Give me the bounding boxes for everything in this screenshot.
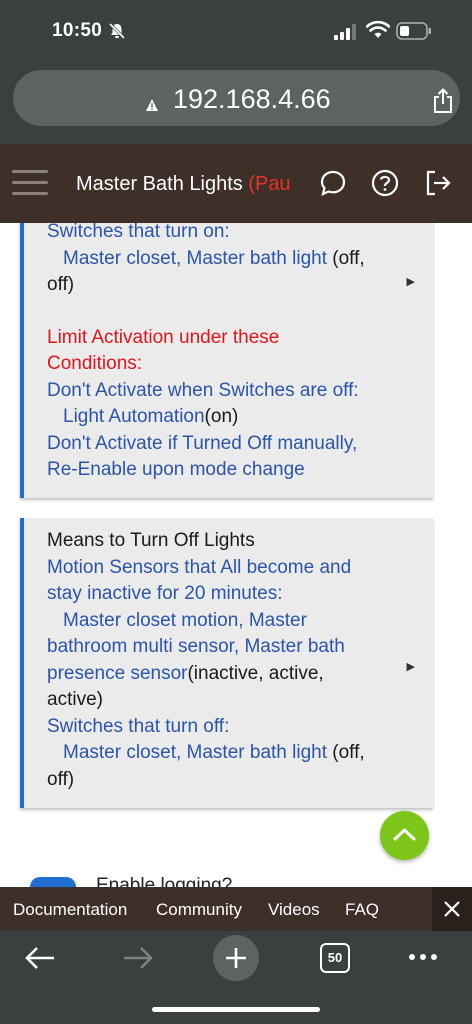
motion-state-cont: active) xyxy=(47,689,103,710)
scroll-to-top-button[interactable] xyxy=(380,811,429,860)
logging-label: Enable logging? xyxy=(96,875,233,887)
motion-state: (inactive, active, xyxy=(187,662,324,684)
plus-icon xyxy=(226,948,246,968)
switches-on-line: Master closet, Master bath light (off, xyxy=(47,246,403,273)
dont-activate-manual: Don't Activate if Turned Off manually, xyxy=(47,432,358,454)
wifi-icon xyxy=(366,21,390,38)
help-icon[interactable] xyxy=(370,168,400,198)
motion-label-cont: stay inactive for 20 minutes: xyxy=(47,583,283,604)
motion-devices-cont: bathroom multi sensor, Master bath xyxy=(47,636,345,657)
switches-on-label: Switches that turn on: xyxy=(47,223,230,242)
url-text: 192.168.4.66 xyxy=(173,84,331,114)
light-automation-state: (on) xyxy=(204,406,239,427)
switches-off-label: Switches that turn off: xyxy=(47,715,230,737)
browser-address-area: 192.168.4.66 xyxy=(0,62,472,144)
close-icon xyxy=(444,901,460,917)
chevron-up-icon xyxy=(393,828,416,841)
bell-off-icon xyxy=(108,22,126,40)
switches-off-state-cont: off) xyxy=(47,768,75,790)
browser-toolbar: 50 xyxy=(0,931,472,1024)
motion-devices-line: presence sensor(inactive, active, xyxy=(47,661,403,688)
battery-icon xyxy=(396,22,431,40)
dont-activate-manual-cont: Re-Enable upon mode change xyxy=(47,459,305,480)
logging-toggle[interactable] xyxy=(30,877,76,887)
switches-off-devices: Master closet, Master bath light xyxy=(63,742,327,763)
limit-heading: Limit Activation under these xyxy=(47,326,280,348)
tab-count-button[interactable]: 50 xyxy=(320,943,350,973)
videos-link[interactable]: Videos xyxy=(268,900,320,920)
switches-on-state: (off, xyxy=(327,247,365,269)
turn-off-heading: Means to Turn Off Lights xyxy=(47,530,255,551)
faq-link[interactable]: FAQ xyxy=(345,900,379,920)
cellular-signal-icon xyxy=(334,24,356,40)
motion-devices: Master closet motion, Master xyxy=(63,609,307,631)
expand-arrow-icon[interactable]: ▶ xyxy=(407,654,415,681)
home-indicator xyxy=(152,1007,320,1012)
documentation-link[interactable]: Documentation xyxy=(13,900,127,920)
switches-off-line: Master closet, Master bath light (off, xyxy=(47,740,403,767)
app-header: Master Bath Lights (Pau xyxy=(0,144,472,223)
address-bar[interactable]: 192.168.4.66 xyxy=(13,70,460,126)
menu-icon[interactable] xyxy=(12,170,48,196)
status-time: 10:50 xyxy=(52,20,103,41)
switches-off-state: (off, xyxy=(327,742,365,763)
turn-off-settings-card[interactable]: Means to Turn Off Lights Motion Sensors … xyxy=(20,518,433,808)
switches-on-devices: Master closet, Master bath light xyxy=(63,247,327,269)
status-bar: 10:50 xyxy=(0,0,472,62)
community-link[interactable]: Community xyxy=(156,900,242,920)
chat-icon[interactable] xyxy=(318,168,348,198)
footer-links: Documentation Community Videos FAQ xyxy=(0,887,472,931)
logout-icon[interactable] xyxy=(423,168,453,198)
share-icon[interactable] xyxy=(431,88,455,114)
main-content[interactable]: Switches that turn on: Master closet, Ma… xyxy=(0,223,472,887)
motion-label: Motion Sensors that All become and xyxy=(47,556,352,578)
page-title: Master Bath Lights (Pau xyxy=(76,173,306,196)
light-automation-line: Light Automation(on) xyxy=(47,404,403,431)
forward-arrow-icon[interactable] xyxy=(122,945,154,971)
turn-on-settings-card[interactable]: Switches that turn on: Master closet, Ma… xyxy=(20,223,433,498)
paused-status: (Pau xyxy=(248,173,291,195)
warning-icon xyxy=(146,99,158,111)
more-options-icon[interactable] xyxy=(408,953,438,961)
light-automation: Light Automation xyxy=(63,406,205,427)
back-arrow-icon[interactable] xyxy=(24,945,56,971)
motion-devices-end: presence sensor xyxy=(47,662,188,684)
switches-on-state-cont: off) xyxy=(47,274,75,295)
limit-heading-cont: Conditions: xyxy=(47,353,143,374)
footer-close-button[interactable] xyxy=(432,887,472,931)
expand-arrow-icon[interactable]: ▶ xyxy=(407,269,415,296)
dont-activate-switches: Don't Activate when Switches are off: xyxy=(47,379,359,401)
page-title-text: Master Bath Lights xyxy=(76,173,249,195)
new-tab-button[interactable] xyxy=(213,935,259,981)
